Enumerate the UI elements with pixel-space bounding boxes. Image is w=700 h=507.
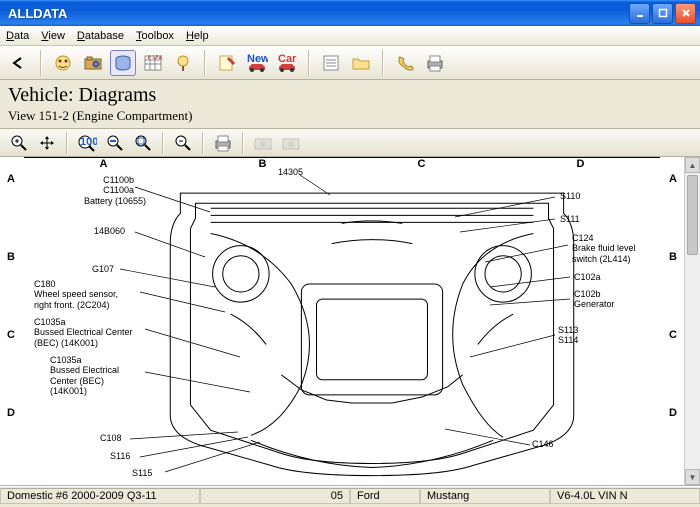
main-toolbar: 7520 New Car bbox=[0, 46, 700, 80]
menubar: Data View Database Toolbox Help bbox=[0, 26, 700, 46]
callout-14b060: 14B060 bbox=[94, 226, 125, 236]
menu-data[interactable]: Data bbox=[6, 30, 29, 42]
viewer-toolbar: 100 bbox=[0, 129, 700, 157]
status-make: Ford bbox=[350, 488, 420, 504]
callout-s113: S113 S114 bbox=[558, 325, 578, 346]
page-subtitle: View 151-2 (Engine Compartment) bbox=[8, 108, 692, 124]
window-buttons bbox=[629, 3, 696, 24]
separator bbox=[242, 132, 244, 154]
car-icon[interactable]: Car bbox=[274, 50, 300, 76]
folder-icon[interactable] bbox=[348, 50, 374, 76]
callout-s115: S115 bbox=[132, 468, 152, 478]
callout-c1100b: C1100b C1100a Battery (10655) bbox=[84, 175, 134, 206]
separator bbox=[308, 50, 310, 76]
database-icon[interactable] bbox=[110, 50, 136, 76]
window-title: ALLDATA bbox=[8, 6, 629, 21]
callout-c1035a-1: C1035a Bussed Electrical Center (BEC) (1… bbox=[34, 317, 133, 348]
vertical-scrollbar[interactable]: ▲ ▼ bbox=[684, 157, 700, 485]
menu-toolbox[interactable]: Toolbox bbox=[136, 30, 174, 42]
zoom-in-icon[interactable] bbox=[6, 130, 32, 156]
callout-s116: S116 bbox=[110, 451, 130, 461]
page-title: Vehicle: Diagrams bbox=[8, 84, 692, 107]
zoom-100-icon[interactable]: 100 bbox=[74, 130, 100, 156]
fit-width-icon[interactable] bbox=[102, 130, 128, 156]
phone-icon[interactable] bbox=[392, 50, 418, 76]
status-year: 05 bbox=[200, 488, 350, 504]
page-header: Vehicle: Diagrams View 151-2 (Engine Com… bbox=[0, 80, 700, 129]
status-model: Mustang bbox=[420, 488, 550, 504]
separator bbox=[40, 50, 42, 76]
scroll-up-button[interactable]: ▲ bbox=[685, 157, 700, 173]
separator bbox=[204, 50, 206, 76]
menu-database[interactable]: Database bbox=[77, 30, 124, 42]
print-icon[interactable] bbox=[422, 50, 448, 76]
callout-c102b: C102b Generator bbox=[574, 289, 615, 310]
snapshot-icon bbox=[250, 130, 276, 156]
status-database: Domestic #6 2000-2009 Q3-11 bbox=[0, 488, 200, 504]
callout-c1035a-2: C1035a Bussed Electrical Center (BEC) (1… bbox=[50, 355, 119, 396]
callout-g107: G107 bbox=[92, 264, 114, 274]
svg-text:New: New bbox=[247, 54, 268, 65]
callout-c124: C124 Brake fluid level switch (2L414) bbox=[572, 233, 636, 264]
menu-view[interactable]: View bbox=[41, 30, 65, 42]
zoom-out-icon[interactable] bbox=[170, 130, 196, 156]
statusbar: Domestic #6 2000-2009 Q3-11 05 Ford Must… bbox=[0, 486, 700, 504]
grid-icon[interactable]: 7520 bbox=[140, 50, 166, 76]
minimize-button[interactable] bbox=[629, 3, 650, 24]
maximize-button[interactable] bbox=[652, 3, 673, 24]
history-icon[interactable] bbox=[318, 50, 344, 76]
fit-page-icon[interactable] bbox=[130, 130, 156, 156]
menu-help[interactable]: Help bbox=[186, 30, 209, 42]
svg-text:7520: 7520 bbox=[146, 55, 162, 62]
svg-text:Car: Car bbox=[278, 54, 297, 65]
scroll-down-button[interactable]: ▼ bbox=[685, 469, 700, 485]
note-icon[interactable] bbox=[214, 50, 240, 76]
move-icon[interactable] bbox=[34, 130, 60, 156]
diagram-viewport: A B C D A B C D A B C D bbox=[0, 157, 700, 486]
callout-c102a: C102a bbox=[574, 272, 601, 282]
separator bbox=[162, 132, 164, 154]
separator bbox=[382, 50, 384, 76]
snapshot2-icon bbox=[278, 130, 304, 156]
camera-icon[interactable] bbox=[80, 50, 106, 76]
callout-c108: C108 bbox=[100, 433, 122, 443]
diagram-canvas[interactable]: A B C D A B C D A B C D bbox=[0, 157, 684, 485]
svg-text:100: 100 bbox=[80, 136, 97, 148]
status-engine: V6-4.0L VIN N bbox=[550, 488, 700, 504]
callout-s110: S110 bbox=[560, 191, 580, 201]
scroll-thumb[interactable] bbox=[687, 175, 698, 255]
callout-c146: C146 bbox=[532, 439, 554, 449]
callout-c180: C180 Wheel speed sensor, right front. (2… bbox=[34, 279, 118, 310]
print-diagram-icon[interactable] bbox=[210, 130, 236, 156]
callout-14305: 14305 bbox=[278, 167, 303, 177]
titlebar: ALLDATA bbox=[0, 0, 700, 26]
vehicle-icon[interactable] bbox=[50, 50, 76, 76]
separator bbox=[66, 132, 68, 154]
new-car-icon[interactable]: New bbox=[244, 50, 270, 76]
close-button[interactable] bbox=[675, 3, 696, 24]
callout-s111: S111 bbox=[560, 214, 580, 224]
pin-icon[interactable] bbox=[170, 50, 196, 76]
back-button[interactable] bbox=[6, 50, 32, 76]
separator bbox=[202, 132, 204, 154]
